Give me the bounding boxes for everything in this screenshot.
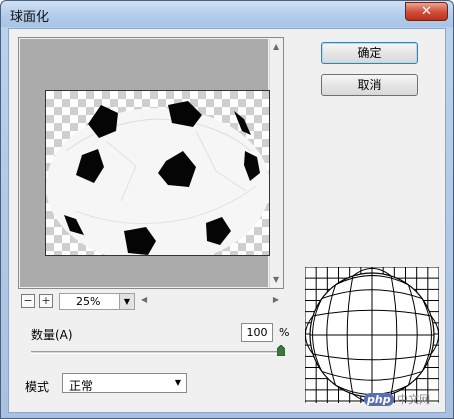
scroll-left-icon[interactable]: ◀ [141,295,147,304]
scroll-right-icon[interactable]: ▶ [273,295,279,304]
preview-image [45,90,270,256]
dropdown-arrow-icon[interactable]: ▼ [119,294,134,309]
scroll-down-icon[interactable]: ▼ [273,275,279,284]
dialog-title: 球面化 [10,10,50,25]
spherize-grid-preview [304,266,440,403]
sphere-grid-icon [304,266,440,403]
horizontal-scrollbar[interactable]: ◀ ▶ [139,295,281,308]
amount-label: 数量(A) [31,328,73,342]
scroll-up-icon[interactable]: ▲ [273,42,279,51]
cancel-button[interactable]: 取消 [321,74,418,96]
zoom-in-button[interactable]: + [39,294,53,308]
ok-button[interactable]: 确定 [321,42,418,64]
watermark-text: 中文网 [397,393,431,406]
soccer-ball-image [46,101,269,255]
amount-unit: % [279,326,290,339]
spherize-dialog: 球面化 ✕ ▲ ▼ − + 25% ▼ ◀ ▶ 确定 取消 数量(A) 100 … [0,0,454,419]
amount-slider[interactable] [31,351,281,354]
mode-select[interactable]: 正常 ▼ [62,373,187,393]
mode-label: 模式 [25,380,50,394]
close-button[interactable]: ✕ [405,2,448,21]
watermark-badge: php [364,393,394,406]
zoom-value: 25% [76,295,101,308]
zoom-bar: − + 25% ▼ ◀ ▶ [19,293,283,311]
zoom-out-button[interactable]: − [21,294,35,308]
vertical-scrollbar[interactable]: ▲ ▼ [269,39,283,287]
zoom-select[interactable]: 25% ▼ [59,293,135,310]
close-icon: ✕ [421,4,432,19]
amount-input[interactable]: 100 [241,323,273,342]
slider-thumb-icon[interactable] [277,345,285,356]
watermark: php 中文网 [364,391,430,407]
preview-panel: ▲ ▼ [18,37,284,289]
title-bar: 球面化 ✕ [1,1,453,27]
mode-value: 正常 [69,379,94,393]
dialog-body: ▲ ▼ − + 25% ▼ ◀ ▶ 确定 取消 数量(A) 100 % 模式 正… [8,28,446,413]
dropdown-arrow-icon[interactable]: ▼ [175,378,181,387]
